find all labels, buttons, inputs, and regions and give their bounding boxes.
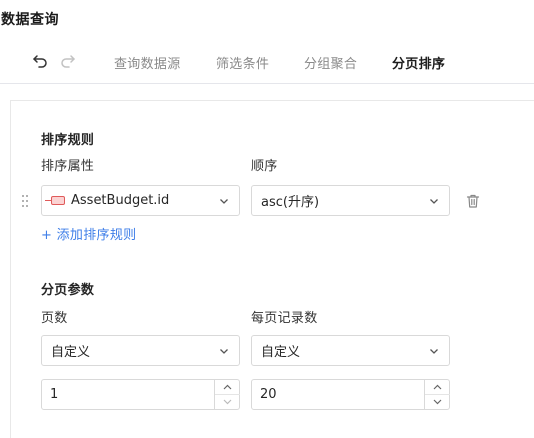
page-size-stepper[interactable] [251, 379, 450, 410]
sort-section-title: 排序规则 [41, 133, 95, 148]
increment-icon[interactable] [215, 380, 240, 395]
toolbar: 查询数据源 筛选条件 分组聚合 分页排序 [0, 42, 534, 84]
page-label: 页数 [41, 311, 68, 326]
tab-filter[interactable]: 筛选条件 [216, 53, 269, 72]
add-sort-rule-button[interactable]: + 添加排序规则 [41, 224, 136, 243]
stepper-arrows [214, 380, 240, 409]
sort-attribute-select[interactable]: AssetBudget.id [41, 185, 240, 216]
chevron-down-icon [430, 349, 438, 354]
delete-icon[interactable] [465, 193, 481, 209]
undo-icon[interactable] [31, 52, 49, 70]
page-size-input[interactable] [252, 380, 423, 409]
decrement-icon[interactable] [425, 394, 450, 409]
redo-icon[interactable] [59, 52, 77, 70]
chevron-down-icon [220, 349, 228, 354]
sort-attribute-label: 排序属性 [41, 159, 95, 174]
drag-handle-icon[interactable] [21, 193, 29, 209]
page-mode-select[interactable]: 自定义 [41, 335, 240, 366]
tab-data-source[interactable]: 查询数据源 [114, 53, 181, 72]
chevron-down-icon [220, 199, 228, 204]
paging-section-title: 分页参数 [41, 283, 95, 298]
page-number-input[interactable] [42, 380, 213, 409]
tab-group[interactable]: 分组聚合 [304, 53, 357, 72]
page-size-mode-value: 自定义 [261, 345, 301, 360]
page-size-mode-select[interactable]: 自定义 [251, 335, 450, 366]
page-mode-value: 自定义 [51, 345, 91, 360]
page-size-label: 每页记录数 [251, 311, 318, 326]
page-number-stepper[interactable] [41, 379, 240, 410]
sort-order-select[interactable]: asc(升序) [251, 185, 450, 216]
tab-paging-sort[interactable]: 分页排序 [392, 53, 445, 72]
sort-order-label: 顺序 [251, 159, 278, 174]
increment-icon[interactable] [425, 380, 450, 395]
stepper-arrows [424, 380, 450, 409]
field-tag-icon [45, 196, 65, 205]
chevron-down-icon [430, 199, 438, 204]
sort-order-value: asc(升序) [261, 195, 320, 210]
page-title: 数据查询 [1, 12, 59, 28]
decrement-icon[interactable] [215, 394, 240, 409]
sort-attribute-value: AssetBudget.id [71, 193, 170, 208]
